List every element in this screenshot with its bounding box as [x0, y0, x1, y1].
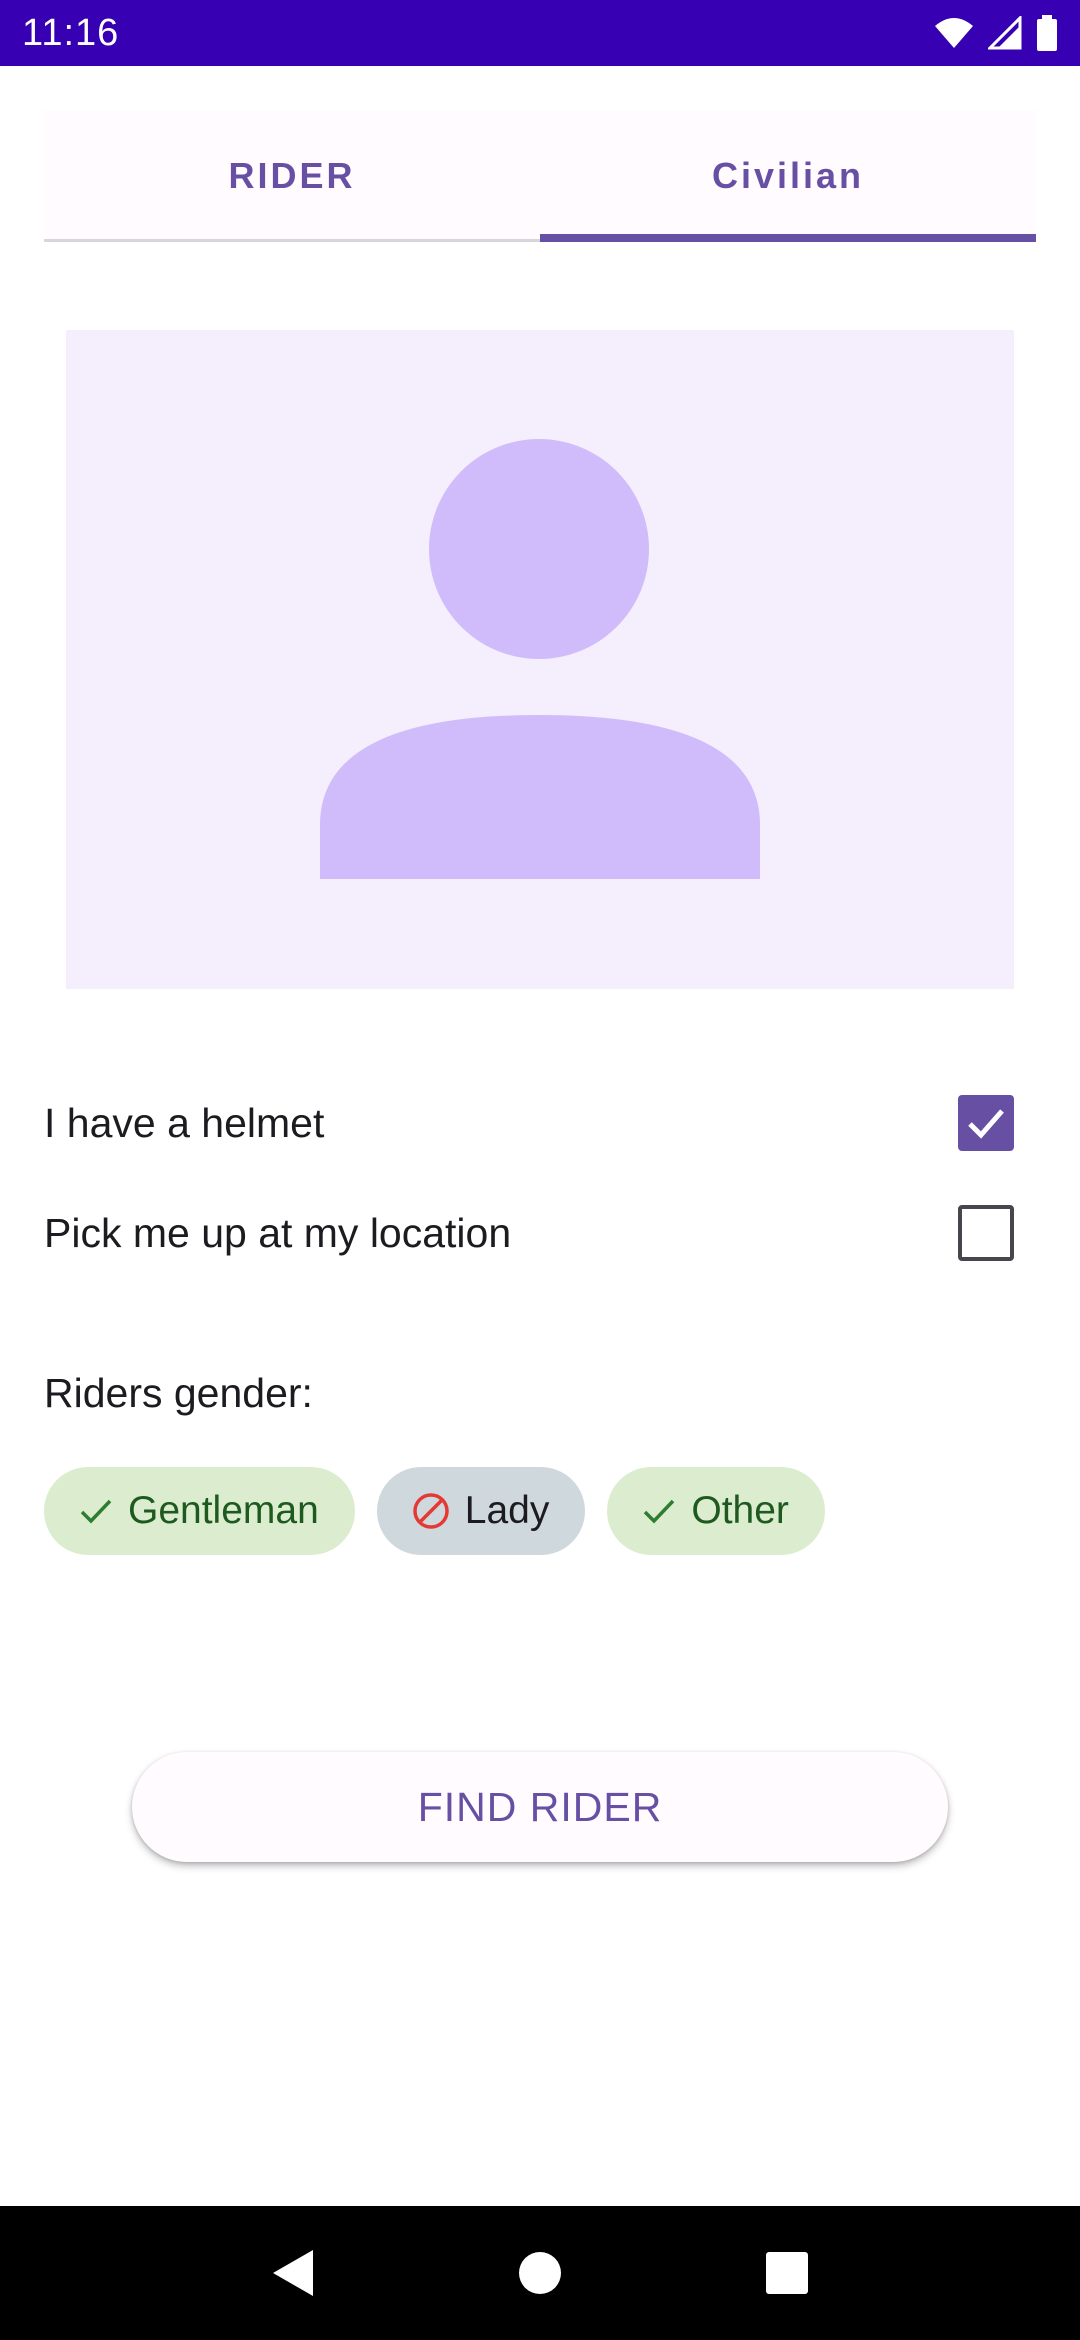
- find-rider-button-label: FIND RIDER: [417, 1783, 663, 1830]
- checkmark-icon: [968, 1109, 1004, 1139]
- recents-icon[interactable]: [765, 2251, 809, 2295]
- tab-rider-indicator: [44, 239, 540, 242]
- avatar-image[interactable]: [66, 330, 1014, 989]
- status-icons: [934, 15, 1058, 51]
- block-icon: [413, 1493, 449, 1529]
- status-time: 11:16: [22, 11, 120, 54]
- riders-gender-label: Riders gender:: [44, 1370, 313, 1416]
- tab-civilian-indicator: [540, 234, 1036, 242]
- cell-signal-icon: [988, 16, 1022, 50]
- tab-rider[interactable]: RIDER: [44, 110, 540, 242]
- chip-lady-label: Lady: [464, 1489, 550, 1532]
- pickup-checkbox[interactable]: [958, 1205, 1014, 1261]
- helmet-checkbox[interactable]: [958, 1095, 1014, 1151]
- system-nav-bar: [0, 2206, 1080, 2340]
- chip-other-label: Other: [691, 1489, 789, 1532]
- tab-bar: RIDER Civilian: [44, 110, 1036, 242]
- battery-icon: [1037, 15, 1057, 51]
- check-icon: [644, 1499, 675, 1524]
- check-icon: [80, 1499, 112, 1524]
- tab-rider-label: RIDER: [228, 155, 356, 196]
- chip-gentleman-label: Gentleman: [128, 1489, 319, 1532]
- status-bar: 11:16: [0, 0, 1080, 66]
- chip-other[interactable]: Other: [607, 1467, 825, 1555]
- helmet-option-label: I have a helmet: [44, 1099, 325, 1146]
- wifi-icon: [935, 18, 973, 48]
- find-rider-button[interactable]: FIND RIDER: [132, 1752, 948, 1862]
- back-icon[interactable]: [271, 2248, 315, 2298]
- tab-civilian-label: Civilian: [711, 155, 865, 196]
- pickup-option-label: Pick me up at my location: [44, 1209, 512, 1256]
- gender-chip-group: Gentleman Lady Other: [44, 1467, 825, 1555]
- pickup-option-row[interactable]: Pick me up at my location: [44, 1193, 1014, 1273]
- home-icon[interactable]: [518, 2251, 562, 2295]
- person-placeholder-icon: [320, 439, 760, 879]
- helmet-option-row[interactable]: I have a helmet: [44, 1083, 1014, 1163]
- chip-gentleman[interactable]: Gentleman: [44, 1467, 355, 1555]
- chip-lady[interactable]: Lady: [376, 1467, 586, 1555]
- tab-civilian[interactable]: Civilian: [540, 110, 1036, 242]
